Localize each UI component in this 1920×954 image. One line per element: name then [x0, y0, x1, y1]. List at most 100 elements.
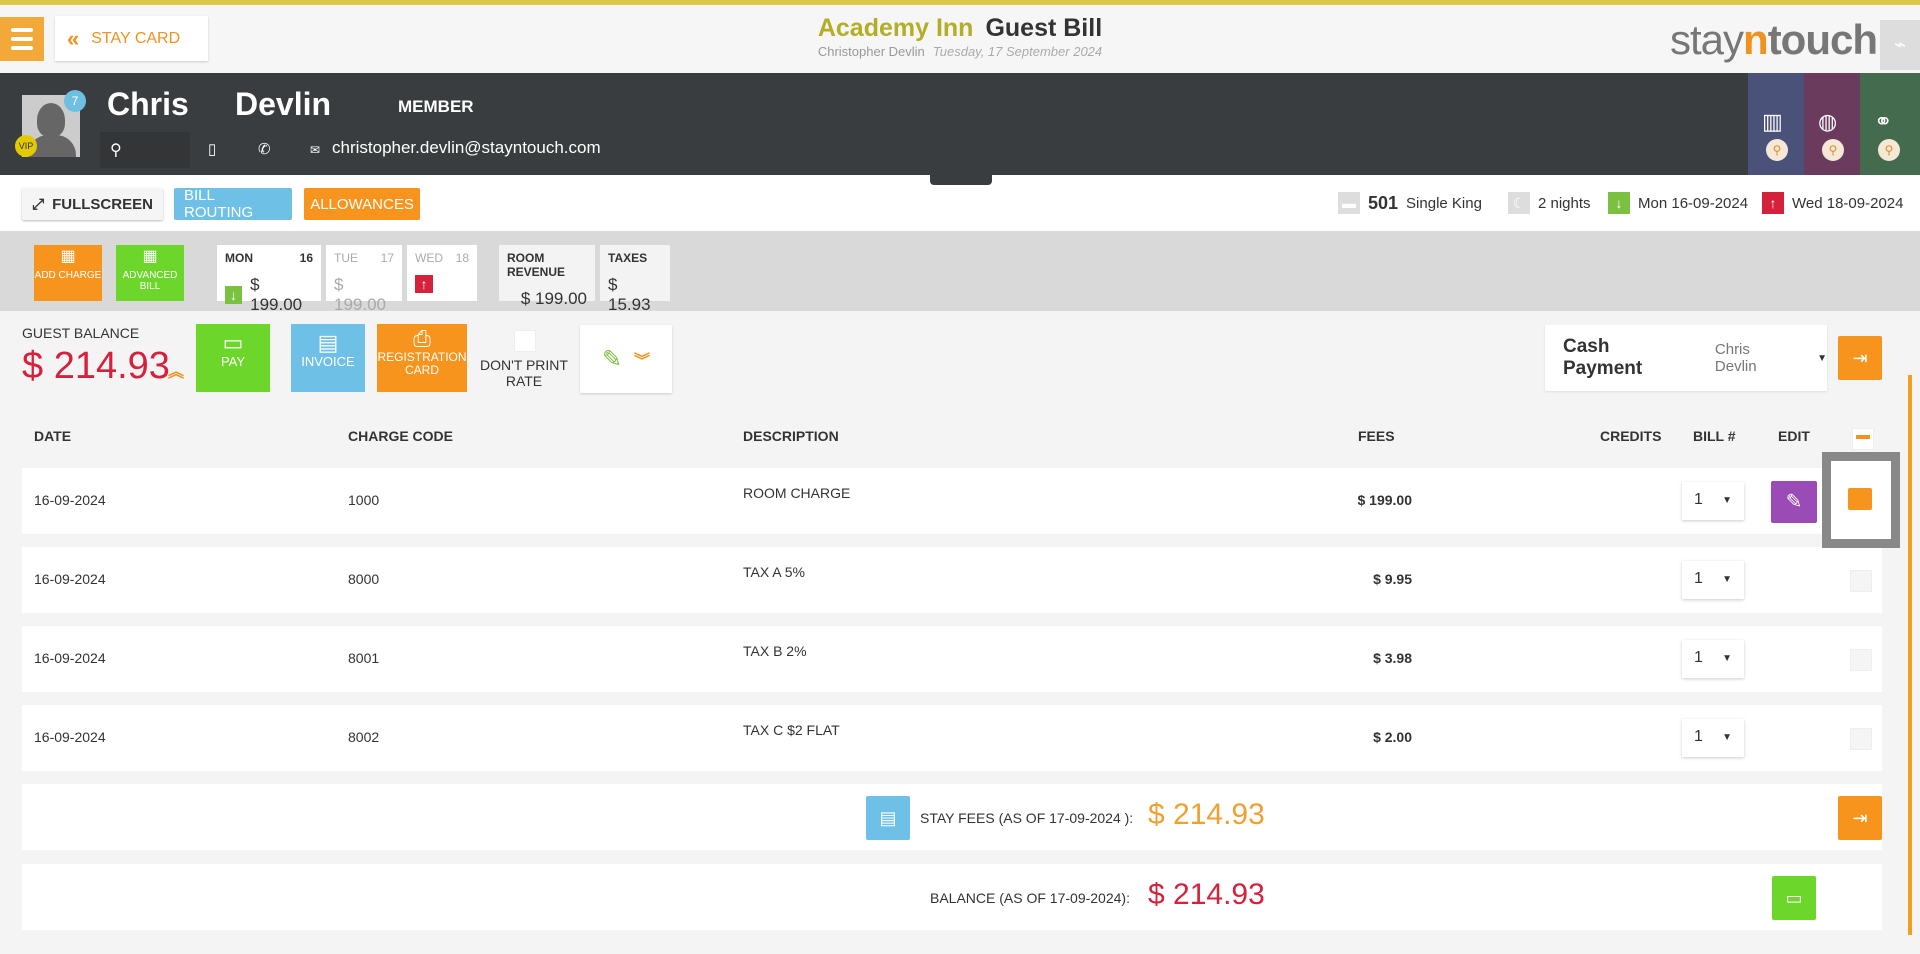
printer-icon: ⎙: [413, 326, 431, 351]
row-date: 16-09-2024: [34, 729, 106, 745]
col-fees: FEES: [1358, 428, 1395, 444]
day-mon[interactable]: MON 16 ↓ $ 199.00: [217, 245, 321, 314]
row-charge-code: 1000: [348, 492, 380, 508]
row-date: 16-09-2024: [34, 571, 106, 587]
table-row: 16-09-2024 1000 ROOM CHARGE $ 199.00 1 ▼ …: [22, 468, 1882, 534]
advanced-bill-button[interactable]: ▦ ADVANCED BILL: [116, 245, 184, 301]
stayntouch-logo: stayntouch: [1670, 16, 1878, 63]
row-fees: $ 199.00: [1357, 492, 1413, 508]
bill-routing-button[interactable]: BILL ROUTING: [174, 187, 292, 221]
stay-fees-row: ▤ STAY FEES (AS OF 17-09-2024 ): $ 214.9…: [22, 784, 1882, 850]
arrow-down-icon: ↓: [225, 286, 243, 304]
arrow-up-icon: ↑: [1762, 192, 1784, 214]
fullscreen-button[interactable]: ⤢ FULLSCREEN: [22, 188, 163, 220]
row-description: TAX A 5%: [743, 564, 805, 580]
row-fees: $ 3.98: [1373, 650, 1412, 666]
file-import-icon: ⇥: [1852, 807, 1868, 828]
header-collapse-handle[interactable]: [930, 175, 992, 185]
hotel-card-tab[interactable]: ▥ ⚲: [1748, 73, 1804, 175]
signature-icon: ✎: [601, 345, 623, 373]
signature-button[interactable]: ✎ ︾: [580, 325, 672, 393]
stay-fees-move-button[interactable]: ⇥: [1838, 796, 1882, 840]
col-bill: BILL #: [1693, 428, 1736, 444]
chevron-up-icon[interactable]: ︽: [168, 358, 184, 382]
balance-row: BALANCE (AS OF 17-09-2024): $ 214.93 ▭: [22, 864, 1882, 930]
caret-down-icon: ▼: [1722, 732, 1732, 743]
row-fees: $ 2.00: [1373, 729, 1412, 745]
guest-email[interactable]: christopher.devlin@stayntouch.com: [332, 138, 601, 158]
caret-down-icon: ▼: [1817, 352, 1827, 364]
chevron-down-icon: ︾: [634, 353, 651, 370]
search-icon: ⚲: [1766, 139, 1788, 161]
highlighted-row-checkbox[interactable]: [1822, 452, 1900, 548]
group-card-tab[interactable]: ⚭ ⚲: [1860, 73, 1920, 175]
payment-method-select[interactable]: Cash Payment Chris Devlin ▼: [1545, 325, 1827, 391]
web-card-tab[interactable]: ◍ ⚲: [1804, 73, 1860, 175]
row-fees: $ 9.95: [1373, 571, 1412, 587]
building-icon: ▥: [1762, 109, 1783, 134]
col-charge-code: CHARGE CODE: [348, 428, 454, 444]
col-date: DATE: [34, 428, 72, 444]
scrollbar[interactable]: [1908, 375, 1912, 935]
row-charge-code: 8002: [348, 729, 380, 745]
page-subtitle: Christopher Devlin Tuesday, 17 September …: [817, 44, 1103, 59]
bill-number-select[interactable]: 1 ▼: [1682, 482, 1744, 520]
row-charge-code: 8001: [348, 650, 380, 666]
edit-button[interactable]: ✎: [1771, 481, 1817, 523]
invoice-icon-button[interactable]: ▤: [866, 796, 910, 840]
row-date: 16-09-2024: [34, 650, 106, 666]
registration-card-button[interactable]: ⎙ REGISTRATION CARD: [377, 324, 467, 392]
dont-print-rate-label: DON'T PRINT RATE: [480, 357, 568, 389]
add-charge-button[interactable]: ▦ ADD CHARGE: [34, 245, 102, 301]
row-description: TAX C $2 FLAT: [743, 722, 840, 738]
guest-balance-label: GUEST BALANCE: [22, 325, 140, 341]
wallet-icon: ▭: [1785, 887, 1803, 908]
receipt-icon: ▤: [317, 330, 339, 355]
row-description: ROOM CHARGE: [743, 485, 851, 501]
bill-number-select[interactable]: 1 ▼: [1682, 640, 1744, 678]
balance-pay-button[interactable]: ▭: [1772, 876, 1816, 920]
file-import-icon: ⇥: [1852, 347, 1868, 368]
calculator-icon: ▦: [60, 248, 76, 265]
table-row: 16-09-2024 8001 TAX B 2% $ 3.98 1 ▼: [22, 626, 1882, 692]
bill-number-select[interactable]: 1 ▼: [1682, 561, 1744, 599]
day-tue[interactable]: TUE 17 $ 199.00: [326, 245, 402, 314]
day-wed[interactable]: WED 18 ↑: [407, 245, 477, 301]
table-row: 16-09-2024 8000 TAX A 5% $ 9.95 1 ▼: [22, 547, 1882, 613]
group-icon: ⚭: [1874, 109, 1893, 134]
select-all-checkbox[interactable]: [1852, 428, 1874, 450]
invoice-button[interactable]: ▤ INVOICE: [291, 324, 365, 392]
room-info: ▬ 501 Single King: [1338, 192, 1482, 214]
departure-info: ↑ Wed 18-09-2024: [1762, 192, 1903, 214]
notification-badge: 7: [64, 90, 86, 112]
row-description: TAX B 2%: [743, 643, 807, 659]
guest-last-name: Devlin: [235, 86, 332, 122]
col-credits: CREDITS: [1600, 428, 1662, 444]
row-checkbox[interactable]: [1850, 728, 1872, 750]
bed-icon: ▬: [1338, 192, 1360, 214]
globe-icon: ◍: [1818, 109, 1838, 134]
pay-button[interactable]: ▭ PAY: [196, 324, 270, 392]
expand-icon: ⤢: [32, 195, 45, 213]
row-checkbox[interactable]: [1850, 649, 1872, 671]
activity-graph-button[interactable]: ⌁: [1880, 20, 1920, 70]
nights-info: ☾ 2 nights: [1508, 192, 1591, 214]
arrow-up-icon: ↑: [415, 275, 433, 293]
allowances-button[interactable]: ALLOWANCES: [304, 188, 420, 220]
dont-print-rate-checkbox[interactable]: [514, 330, 536, 352]
vip-badge: VIP: [15, 135, 37, 157]
arrow-down-icon: ↓: [1608, 192, 1630, 214]
guest-first-name: Chris: [107, 86, 189, 122]
bill-number-select[interactable]: 1 ▼: [1682, 719, 1744, 757]
row-date: 16-09-2024: [34, 492, 106, 508]
moon-icon: ☾: [1508, 192, 1530, 214]
taxes: TAXES $ 15.93: [600, 245, 670, 314]
move-charges-button[interactable]: ⇥: [1838, 336, 1882, 380]
search-icon: ⚲: [1822, 139, 1844, 161]
guest-balance-value: $ 214.93: [22, 345, 170, 387]
location-pin-icon[interactable]: ⚲: [100, 132, 190, 168]
mobile-icon[interactable]: ▯: [208, 140, 216, 158]
page-title: Academy Inn Guest Bill: [817, 14, 1103, 42]
row-checkbox[interactable]: [1850, 570, 1872, 592]
phone-icon[interactable]: ✆: [258, 140, 271, 158]
